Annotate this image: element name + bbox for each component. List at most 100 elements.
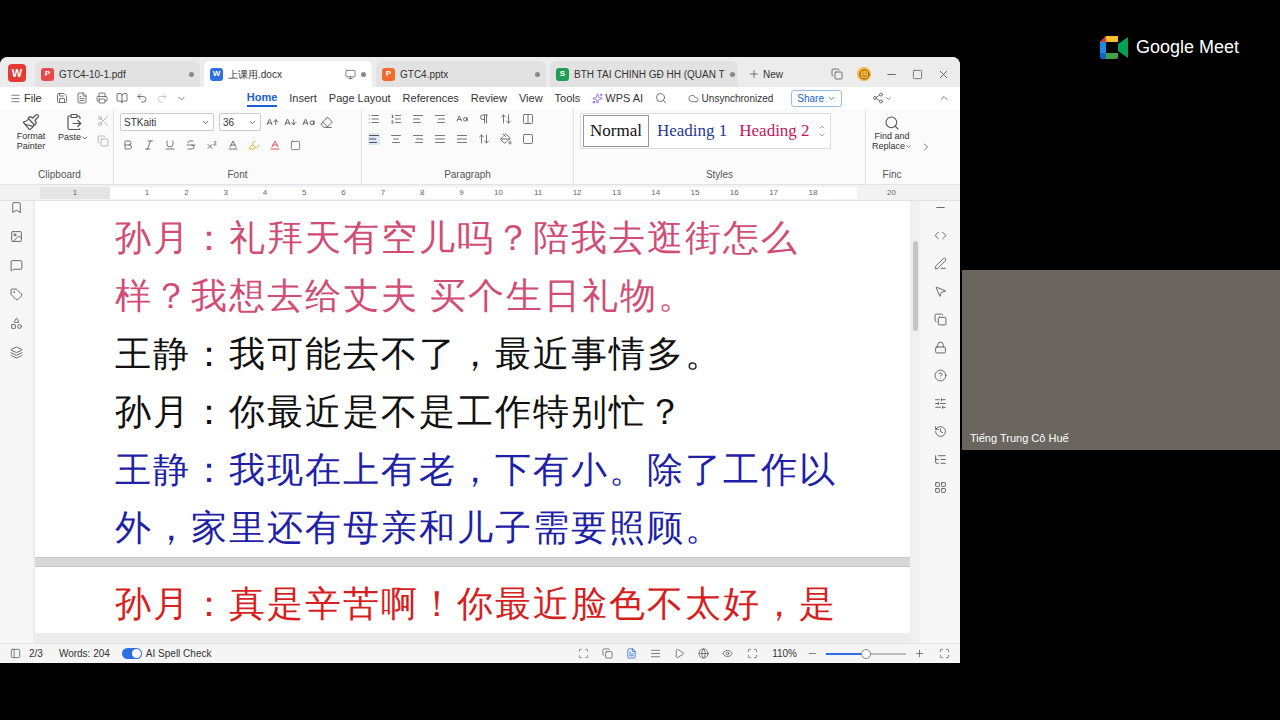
paste-button[interactable]: Paste	[58, 113, 89, 145]
change-case-icon[interactable]	[302, 116, 315, 129]
zoom-in-icon[interactable]	[914, 648, 925, 659]
italic-icon[interactable]	[143, 139, 155, 151]
text-line[interactable]: 孙月：真是辛苦啊！你最近脸色不太好，是	[115, 575, 910, 633]
columns-icon[interactable]	[522, 113, 534, 125]
sync-status[interactable]: Unsynchronized	[688, 91, 774, 106]
document-tab[interactable]: W上课用.docx	[204, 61, 372, 87]
style-item[interactable]: Heading 2	[733, 115, 815, 147]
shapes-icon[interactable]	[10, 317, 23, 330]
preview-icon[interactable]	[116, 92, 128, 104]
monitor-icon[interactable]	[345, 69, 356, 80]
char-shading-icon[interactable]	[290, 140, 301, 151]
shading-icon[interactable]	[500, 133, 512, 145]
fit-icon[interactable]	[747, 648, 758, 659]
fullscreen-icon[interactable]	[939, 648, 950, 659]
tab-dot[interactable]	[730, 72, 735, 77]
image-icon[interactable]	[10, 230, 23, 243]
indent-icon[interactable]	[434, 113, 446, 125]
menu-tab[interactable]: View	[519, 90, 543, 107]
redo-icon[interactable]	[156, 92, 168, 104]
tab-dot[interactable]	[189, 72, 194, 77]
grow-font-icon[interactable]	[266, 116, 279, 129]
settings-icon[interactable]	[934, 397, 947, 410]
minimize-icon[interactable]	[885, 68, 898, 81]
chinese-layout-icon[interactable]	[456, 113, 468, 125]
undo-icon[interactable]	[136, 92, 148, 104]
clear-format-icon[interactable]	[320, 116, 333, 129]
superscript-icon[interactable]	[206, 139, 218, 151]
page-view-icon[interactable]	[626, 648, 637, 659]
navigation-pane-icon[interactable]	[10, 648, 21, 659]
lock-icon[interactable]	[934, 341, 947, 354]
style-item[interactable]: Heading 1	[651, 115, 733, 147]
find-replace-button[interactable]: Find andReplace	[872, 109, 912, 167]
print-icon[interactable]	[96, 92, 108, 104]
code-icon[interactable]	[934, 229, 947, 242]
participant-tile[interactable]: Tiếng Trung Cô Huế	[962, 270, 1280, 450]
text-effect-icon[interactable]	[227, 139, 239, 151]
document-tab[interactable]: PGTC4.pptx	[376, 61, 546, 87]
text-line[interactable]: 王静：我现在上有老，下有小。除了工作以	[115, 441, 910, 499]
find-icon[interactable]	[884, 115, 900, 131]
close-icon[interactable]	[937, 68, 950, 81]
zoom-reading[interactable]: 110%	[772, 646, 797, 661]
comment-icon[interactable]	[10, 259, 23, 272]
page-indicator[interactable]: 2/3	[29, 646, 43, 661]
tab-dot[interactable]	[535, 72, 540, 77]
bold-icon[interactable]	[122, 139, 134, 151]
focus-icon[interactable]	[578, 648, 589, 659]
highlight-icon[interactable]	[248, 139, 260, 151]
cut-icon[interactable]	[97, 115, 109, 127]
align-center-icon[interactable]	[390, 133, 402, 145]
outdent-icon[interactable]	[412, 113, 424, 125]
save-icon[interactable]	[56, 92, 68, 104]
paste-icon[interactable]	[65, 113, 83, 131]
more-ribbon-icon[interactable]	[920, 141, 932, 153]
numbering-icon[interactable]	[390, 113, 402, 125]
scrollbar[interactable]	[910, 201, 920, 643]
new-tab-button[interactable]: New	[748, 61, 783, 87]
word-count[interactable]: Words: 204	[59, 646, 110, 661]
wps-ai-menu[interactable]: WPS AI	[592, 90, 643, 107]
wps-logo[interactable]: W	[8, 64, 26, 82]
sparkle-icon[interactable]	[592, 93, 603, 104]
grid-icon[interactable]	[934, 481, 947, 494]
spell-check-toggle[interactable]	[122, 648, 142, 659]
show-marks-icon[interactable]	[478, 113, 490, 125]
document-tab[interactable]: SBTH TAI CHINH GĐ HH (QUAN T	[550, 61, 738, 87]
reading-mode-icon[interactable]	[722, 648, 733, 659]
maximize-icon[interactable]	[912, 69, 923, 80]
bookmark-icon[interactable]	[10, 201, 23, 214]
text-line[interactable]: 王静：我可能去不了，最近事情多。	[115, 325, 910, 383]
text-line[interactable]: 外，家里还有母亲和儿子需要照顾。	[115, 499, 910, 557]
more-icon[interactable]	[176, 93, 187, 104]
collapse-ribbon-icon[interactable]	[938, 92, 950, 104]
menu-tab[interactable]: Review	[471, 90, 507, 107]
menu-tab[interactable]: References	[403, 90, 459, 107]
menu-tab[interactable]: Home	[247, 89, 278, 108]
export-pdf-icon[interactable]	[76, 92, 88, 104]
text-line[interactable]: 孙月：你最近是不是工作特别忙？	[115, 383, 910, 441]
zoom-out-icon[interactable]	[807, 648, 818, 659]
distribute-icon[interactable]	[456, 133, 468, 145]
format-painter-icon[interactable]	[22, 113, 40, 131]
help-icon[interactable]	[934, 369, 947, 382]
text-line[interactable]: 样？我想去给丈夫 买个生日礼物。	[115, 267, 910, 325]
font-family-select[interactable]: STKaiti	[120, 113, 214, 131]
underline-icon[interactable]	[164, 139, 176, 151]
outline-view-icon[interactable]	[650, 648, 661, 659]
multi-page-icon[interactable]	[602, 648, 613, 659]
menu-tab[interactable]: Tools	[555, 90, 581, 107]
strikethrough-icon[interactable]	[185, 139, 197, 151]
tab-dot[interactable]	[361, 72, 366, 77]
zoom-slider[interactable]	[826, 653, 906, 655]
web-view-icon[interactable]	[698, 648, 709, 659]
copy-format-icon[interactable]	[934, 313, 947, 326]
search-icon[interactable]	[655, 92, 667, 104]
menu-tab[interactable]: Page Layout	[329, 90, 391, 107]
shrink-font-icon[interactable]	[284, 116, 297, 129]
layers-icon[interactable]	[10, 346, 23, 359]
text-line[interactable]: 孙月：礼拜天有空儿吗？陪我去逛街怎么	[115, 209, 910, 267]
collaborate-icon[interactable]	[872, 92, 884, 104]
menu-tab[interactable]: Insert	[289, 90, 317, 107]
